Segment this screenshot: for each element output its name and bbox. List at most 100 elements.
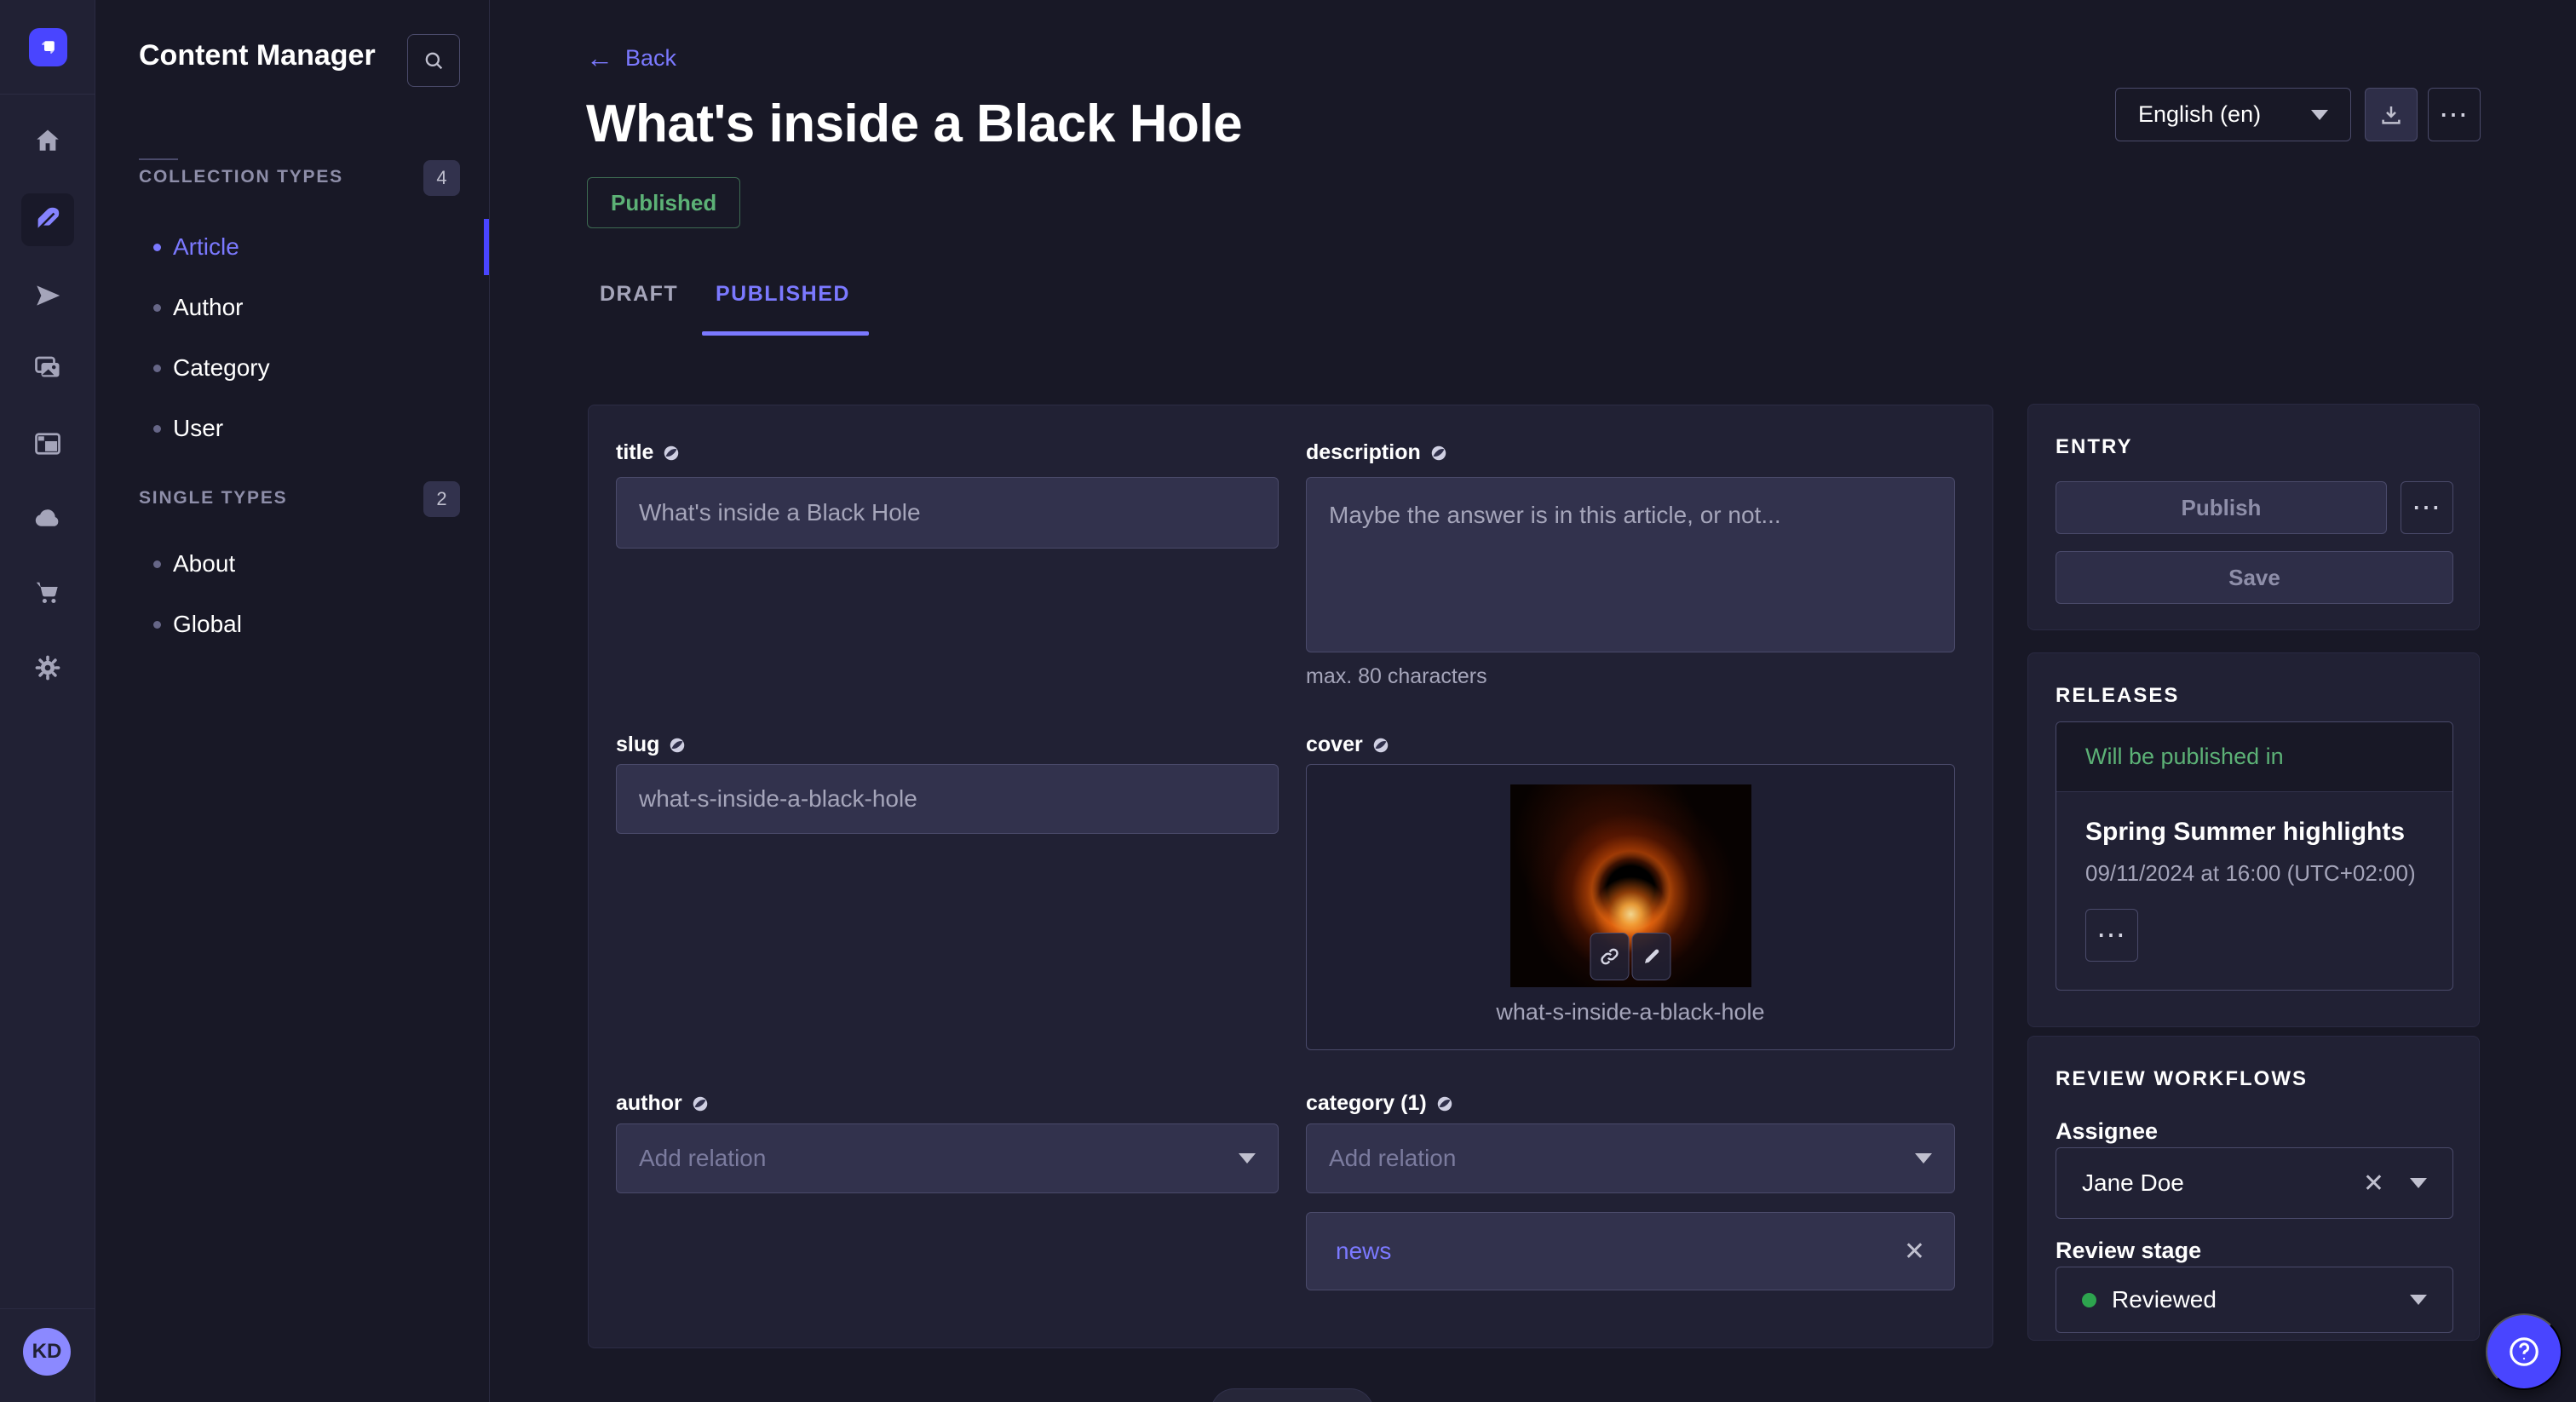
more-icon: ⋯ bbox=[2412, 495, 2442, 520]
globe-icon bbox=[1371, 736, 1390, 755]
title-input[interactable] bbox=[616, 477, 1279, 549]
bullet-icon bbox=[153, 560, 161, 568]
edit-image-button[interactable] bbox=[1632, 933, 1671, 980]
cover-image bbox=[1510, 784, 1751, 987]
single-types-count-badge: 2 bbox=[423, 481, 460, 517]
release-status: Will be published in bbox=[2056, 722, 2452, 792]
chevron-down-icon bbox=[2311, 110, 2328, 120]
entry-panel-title: ENTRY bbox=[2056, 435, 2132, 459]
link-icon bbox=[1599, 945, 1621, 968]
author-relation-combobox[interactable]: Add relation bbox=[616, 1123, 1279, 1193]
entry-form-card: title description Maybe the answer is in… bbox=[588, 405, 1993, 1348]
sidebar-item-about[interactable]: About bbox=[95, 536, 490, 592]
copy-link-button[interactable] bbox=[1590, 933, 1630, 980]
collapsed-component-button[interactable] bbox=[1210, 1388, 1374, 1402]
sidebar-item-global[interactable]: Global bbox=[95, 596, 490, 652]
field-label-text: author bbox=[616, 1091, 682, 1116]
entry-more-button[interactable]: ⋯ bbox=[2401, 481, 2453, 534]
category-relation-combobox[interactable]: Add relation bbox=[1306, 1123, 1955, 1193]
sidebar-item-user[interactable]: User bbox=[95, 400, 490, 457]
bullet-icon bbox=[153, 621, 161, 629]
strapi-logo[interactable] bbox=[29, 28, 67, 66]
language-select[interactable]: English (en) bbox=[2115, 88, 2351, 141]
sidebar-item-label: Article bbox=[173, 233, 239, 261]
sidebar-item-content-type-builder[interactable] bbox=[21, 417, 74, 470]
author-field-label: author bbox=[616, 1091, 710, 1116]
sidebar-item-author[interactable]: Author bbox=[95, 279, 490, 336]
back-link[interactable]: ← Back bbox=[586, 43, 676, 73]
language-select-value: English (en) bbox=[2138, 101, 2261, 128]
cover-caption: what-s-inside-a-black-hole bbox=[1496, 999, 1764, 1026]
section-label-single-types: SINGLE TYPES bbox=[139, 488, 287, 509]
release-title: Spring Summer highlights bbox=[2085, 818, 2424, 847]
section-label-collection-types: COLLECTION TYPES bbox=[139, 167, 343, 187]
description-hint: max. 80 characters bbox=[1306, 664, 1487, 689]
rail-bottom-divider bbox=[0, 1308, 95, 1309]
release-date: 09/11/2024 at 16:00 (UTC+02:00) bbox=[2085, 860, 2424, 887]
sidebar-title: Content Manager bbox=[139, 39, 376, 72]
search-button[interactable] bbox=[407, 34, 460, 87]
remove-relation-icon[interactable]: ✕ bbox=[1904, 1237, 1925, 1267]
entry-panel: ENTRY Publish ⋯ Save bbox=[2027, 404, 2480, 630]
media-library-icon bbox=[32, 353, 63, 383]
search-icon bbox=[422, 49, 446, 72]
tab-draft[interactable]: DRAFT bbox=[586, 273, 692, 315]
category-field-label: category (1) bbox=[1306, 1091, 1454, 1116]
help-button[interactable] bbox=[2486, 1313, 2562, 1390]
sidebar-item-label: User bbox=[173, 415, 223, 442]
field-label-text: description bbox=[1306, 440, 1421, 465]
sidebar-item-article[interactable]: Article bbox=[95, 219, 490, 275]
slug-input[interactable] bbox=[616, 764, 1279, 834]
sidebar-item-content-manager[interactable] bbox=[21, 193, 74, 246]
assignee-value: Jane Doe bbox=[2082, 1169, 2184, 1197]
sidebar-item-label: Author bbox=[173, 294, 244, 321]
cover-media-card: what-s-inside-a-black-hole bbox=[1306, 764, 1955, 1050]
export-button[interactable] bbox=[2365, 88, 2418, 141]
collection-types-count-badge: 4 bbox=[423, 160, 460, 196]
pencil-icon bbox=[1642, 946, 1662, 967]
description-textarea[interactable]: Maybe the answer is in this article, or … bbox=[1306, 477, 1955, 652]
field-label-text: slug bbox=[616, 733, 659, 757]
bullet-icon bbox=[153, 244, 161, 251]
releases-panel-title: RELEASES bbox=[2056, 684, 2179, 708]
chevron-down-icon bbox=[1239, 1153, 1256, 1164]
publish-button[interactable]: Publish bbox=[2056, 481, 2387, 534]
sidebar-item-releases[interactable] bbox=[21, 269, 74, 322]
sidebar-item-media-library[interactable] bbox=[21, 342, 74, 394]
review-stage-combobox[interactable]: Reviewed bbox=[2056, 1267, 2453, 1333]
page-title: What's inside a Black Hole bbox=[586, 94, 1242, 154]
more-icon: ⋯ bbox=[2096, 922, 2127, 948]
release-more-button[interactable]: ⋯ bbox=[2085, 909, 2138, 962]
sidebar-item-settings[interactable] bbox=[21, 641, 74, 694]
combobox-placeholder: Add relation bbox=[639, 1145, 766, 1172]
header-more-button[interactable]: ⋯ bbox=[2428, 88, 2481, 141]
tab-published[interactable]: PUBLISHED bbox=[702, 273, 864, 315]
sidebar-item-home[interactable] bbox=[21, 114, 74, 167]
layout-icon bbox=[32, 428, 63, 459]
combobox-placeholder: Add relation bbox=[1329, 1145, 1456, 1172]
help-icon bbox=[2505, 1333, 2543, 1370]
bullet-icon bbox=[153, 425, 161, 433]
app-root: KD Content Manager COLLECTION TYPES 4 Ar… bbox=[0, 0, 2576, 1402]
paper-plane-icon bbox=[33, 281, 62, 310]
chevron-down-icon bbox=[2410, 1295, 2427, 1305]
slug-field-label: slug bbox=[616, 733, 687, 757]
cloud-icon bbox=[32, 503, 63, 533]
relation-link-news[interactable]: news bbox=[1336, 1238, 1391, 1265]
feather-icon bbox=[32, 204, 63, 235]
user-avatar[interactable]: KD bbox=[23, 1328, 71, 1376]
home-icon bbox=[33, 126, 62, 155]
assignee-combobox[interactable]: Jane Doe ✕ bbox=[2056, 1147, 2453, 1219]
sidebar-item-marketplace[interactable] bbox=[21, 566, 74, 618]
chevron-down-icon bbox=[2410, 1178, 2427, 1188]
clear-assignee-icon[interactable]: ✕ bbox=[2363, 1169, 2384, 1198]
globe-icon bbox=[662, 444, 681, 463]
content-manager-sidebar: Content Manager COLLECTION TYPES 4 Artic… bbox=[95, 0, 490, 1402]
field-label-text: title bbox=[616, 440, 653, 465]
sidebar-item-label: Category bbox=[173, 354, 270, 382]
back-label: Back bbox=[625, 45, 676, 72]
save-button[interactable]: Save bbox=[2056, 551, 2453, 604]
sidebar-item-deploy[interactable] bbox=[21, 491, 74, 544]
globe-icon bbox=[1429, 444, 1448, 463]
sidebar-item-category[interactable]: Category bbox=[95, 340, 490, 396]
